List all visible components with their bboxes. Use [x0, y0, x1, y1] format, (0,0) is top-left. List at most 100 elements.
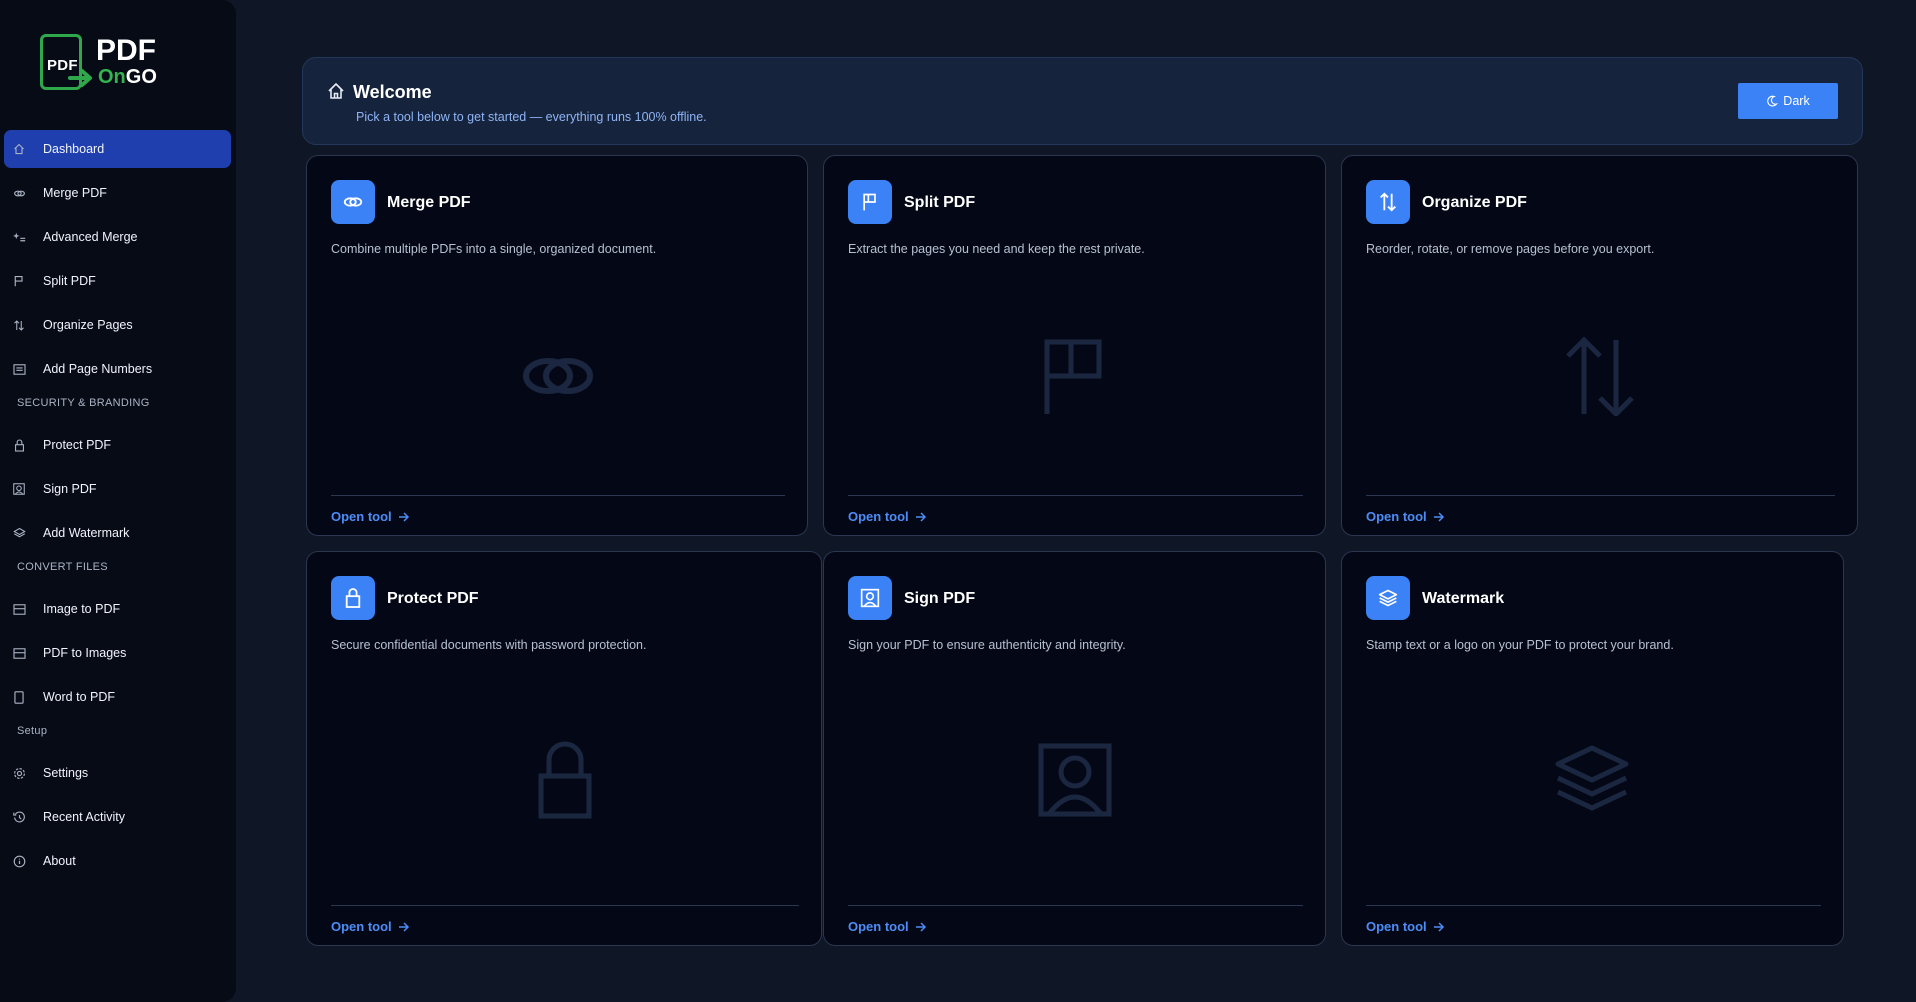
card-description: Secure confidential documents with passw…: [331, 638, 647, 652]
home-icon: [328, 83, 344, 99]
sidebar-item-label: Split PDF: [43, 274, 96, 288]
tool-card-sign-pdf[interactable]: Sign PDF Sign your PDF to ensure authent…: [823, 551, 1326, 946]
sidebar-item-label: PDF to Images: [43, 646, 127, 660]
image-icon: [12, 602, 26, 616]
lock-icon: [12, 438, 26, 452]
logo-arrow-icon: [68, 69, 92, 87]
open-tool-link[interactable]: Open tool: [331, 919, 410, 934]
sidebar-item-protect-pdf[interactable]: Protect PDF: [4, 426, 231, 464]
tool-card-split-pdf[interactable]: Split PDF Extract the pages you need and…: [823, 155, 1326, 536]
sidebar-item-label: Settings: [43, 766, 89, 780]
tool-card-organize-pdf[interactable]: Organize PDF Reorder, rotate, or remove …: [1341, 155, 1858, 536]
sidebar-item-recent-activity[interactable]: Recent Activity: [4, 798, 231, 836]
open-tool-label: Open tool: [1366, 919, 1427, 934]
card-divider: [1366, 495, 1835, 496]
link-icon: [12, 186, 26, 200]
layers-icon: [12, 526, 26, 540]
tool-card-protect-pdf[interactable]: Protect PDF Secure confidential document…: [306, 551, 822, 946]
lock-icon: [331, 576, 375, 620]
sidebar-item-split-pdf[interactable]: Split PDF: [4, 262, 231, 300]
signature-icon: [12, 482, 26, 496]
history-icon: [12, 810, 26, 824]
sidebar-item-label: Image to PDF: [43, 602, 121, 616]
page-title: Welcome: [353, 82, 432, 102]
sidebar-item-organize-pages[interactable]: Organize Pages: [4, 306, 231, 344]
open-tool-link[interactable]: Open tool: [848, 509, 927, 524]
arrow-right-icon: [915, 511, 926, 522]
tool-card-merge-pdf[interactable]: Merge PDF Combine multiple PDFs into a s…: [306, 155, 808, 536]
sidebar-item-label: Sign PDF: [43, 482, 97, 496]
open-tool-link[interactable]: Open tool: [1366, 919, 1445, 934]
open-tool-link[interactable]: Open tool: [1366, 509, 1445, 524]
moon-icon: [1767, 95, 1779, 107]
info-icon: [12, 854, 26, 868]
arrow-right-icon: [398, 921, 409, 932]
card-description: Extract the pages you need and keep the …: [848, 242, 1145, 256]
sort-arrows-icon: [12, 318, 26, 332]
page-subtitle: Pick a tool below to get started — every…: [356, 110, 707, 124]
logo-sub-go: GO: [125, 66, 157, 88]
card-divider: [848, 905, 1303, 906]
sidebar: PDF PDF OnGO Dashboard Merge PDF Advance…: [0, 0, 236, 1002]
card-description: Stamp text or a logo on your PDF to prot…: [1366, 638, 1674, 652]
card-title: Merge PDF: [387, 194, 471, 211]
card-divider: [331, 495, 785, 496]
sidebar-item-label: Organize Pages: [43, 318, 133, 332]
arrow-right-icon: [1433, 921, 1444, 932]
card-title: Sign PDF: [904, 590, 976, 607]
sidebar-item-advanced-merge[interactable]: Advanced Merge: [4, 218, 231, 256]
sidebar-item-label: Add Watermark: [43, 526, 130, 540]
card-divider: [1366, 905, 1821, 906]
sidebar-item-label: Word to PDF: [43, 690, 116, 704]
open-tool-label: Open tool: [331, 509, 392, 524]
sidebar-item-label: Recent Activity: [43, 810, 125, 824]
sidebar-item-image-to-pdf[interactable]: Image to PDF: [4, 590, 231, 628]
sidebar-item-sign-pdf[interactable]: Sign PDF: [4, 470, 231, 508]
sidebar-item-dashboard[interactable]: Dashboard: [4, 130, 231, 168]
sidebar-item-label: Protect PDF: [43, 438, 112, 452]
arrow-right-icon: [1433, 511, 1444, 522]
sidebar-item-settings[interactable]: Settings: [4, 754, 231, 792]
arrow-right-icon: [398, 511, 409, 522]
sidebar-item-about[interactable]: About: [4, 842, 231, 880]
logo-title: PDF: [96, 34, 156, 67]
card-description: Sign your PDF to ensure authenticity and…: [848, 638, 1126, 652]
flag-icon: [848, 180, 892, 224]
link-icon: [331, 180, 375, 224]
signature-icon: [848, 576, 892, 620]
open-tool-link[interactable]: Open tool: [331, 509, 410, 524]
sidebar-item-merge-pdf[interactable]: Merge PDF: [4, 174, 231, 212]
sidebar-item-pdf-to-images[interactable]: PDF to Images: [4, 634, 231, 672]
card-divider: [331, 905, 799, 906]
sidebar-item-add-watermark[interactable]: Add Watermark: [4, 514, 231, 552]
tool-card-watermark[interactable]: Watermark Stamp text or a logo on your P…: [1341, 551, 1844, 946]
sidebar-nav: Dashboard Merge PDF Advanced Merge Split…: [0, 130, 236, 886]
sidebar-item-label: About: [43, 854, 76, 868]
app-root: PDF PDF OnGO Dashboard Merge PDF Advance…: [0, 0, 1916, 1002]
document-icon: [12, 690, 26, 704]
home-icon: [12, 142, 26, 156]
sidebar-item-label: Dashboard: [43, 142, 105, 156]
card-description: Reorder, rotate, or remove pages before …: [1366, 242, 1655, 256]
section-heading-setup: Setup: [17, 725, 48, 737]
app-logo[interactable]: PDF PDF OnGO: [38, 30, 168, 100]
sidebar-item-add-page-numbers[interactable]: Add Page Numbers: [4, 350, 231, 388]
sort-arrows-icon: [1366, 180, 1410, 224]
welcome-banner: Welcome Pick a tool below to get started…: [302, 57, 1863, 145]
sparkle-list-icon: [12, 230, 26, 244]
sidebar-item-label: Merge PDF: [43, 186, 107, 200]
open-tool-link[interactable]: Open tool: [848, 919, 927, 934]
open-tool-label: Open tool: [1366, 509, 1427, 524]
logo-sub-on: On: [98, 66, 126, 88]
numbered-page-icon: [12, 362, 26, 376]
arrow-right-icon: [915, 921, 926, 932]
sidebar-item-word-to-pdf[interactable]: Word to PDF: [4, 678, 231, 716]
theme-toggle-button[interactable]: Dark: [1738, 83, 1838, 119]
layers-icon: [1366, 576, 1410, 620]
card-title: Split PDF: [904, 194, 976, 211]
card-title: Watermark: [1422, 590, 1505, 607]
sort-arrows-icon: [1566, 336, 1634, 416]
flag-icon: [1044, 339, 1102, 414]
open-tool-label: Open tool: [848, 919, 909, 934]
open-tool-label: Open tool: [331, 919, 392, 934]
